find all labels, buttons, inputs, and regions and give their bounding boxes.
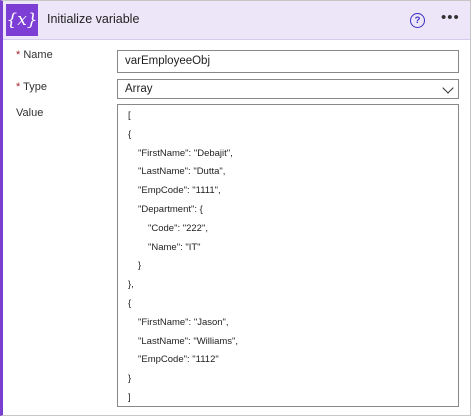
- variable-icon: {x}: [6, 4, 38, 36]
- value-code-line: "LastName": "Dutta",: [138, 166, 226, 178]
- card-title[interactable]: Initialize variable: [47, 12, 139, 26]
- value-textarea[interactable]: [ { "FirstName": "Debajit", "LastName": "Du…: [117, 104, 459, 407]
- value-code-line: "EmpCode": "1112": [138, 354, 219, 366]
- card-header[interactable]: {x} Initialize variable ? •••: [3, 1, 470, 40]
- value-code-line: "FirstName": "Debajit",: [138, 147, 233, 159]
- name-label: * Name: [16, 49, 53, 61]
- type-label: * Type: [16, 81, 47, 93]
- help-icon[interactable]: ?: [410, 13, 425, 28]
- type-dropdown-value: Array: [125, 83, 153, 95]
- more-options-icon[interactable]: •••: [441, 10, 460, 25]
- value-code-line: ]: [128, 392, 131, 403]
- name-required-mark: *: [16, 49, 21, 61]
- value-code-line: "Code": "222",: [148, 222, 208, 234]
- type-label-text: Type: [23, 81, 47, 93]
- value-code-line: {: [128, 298, 132, 309]
- type-dropdown[interactable]: Array: [117, 79, 459, 99]
- type-required-mark: *: [16, 81, 21, 93]
- value-code-line: }: [138, 260, 142, 272]
- name-label-text: Name: [23, 49, 53, 61]
- name-input[interactable]: varEmployeeObj: [117, 50, 459, 73]
- value-code-line: "Department": {: [138, 204, 203, 215]
- value-code-line: }: [128, 373, 132, 385]
- initialize-variable-card: {x} Initialize variable ? ••• * Name var…: [0, 0, 471, 416]
- value-code-line: "LastName": "Williams",: [138, 335, 239, 347]
- chevron-down-icon[interactable]: [442, 82, 454, 94]
- value-code-line: "Name": "IT": [148, 241, 201, 253]
- value-code-line: [: [128, 110, 131, 121]
- value-code-line: "EmpCode": "1111",: [138, 185, 221, 197]
- name-input-value: varEmployeeObj: [125, 55, 211, 67]
- value-code-line: "FirstName": "Jason",: [138, 316, 229, 328]
- value-label: Value: [16, 107, 44, 119]
- value-code-line: {: [128, 128, 132, 140]
- value-code-line: },: [128, 279, 134, 291]
